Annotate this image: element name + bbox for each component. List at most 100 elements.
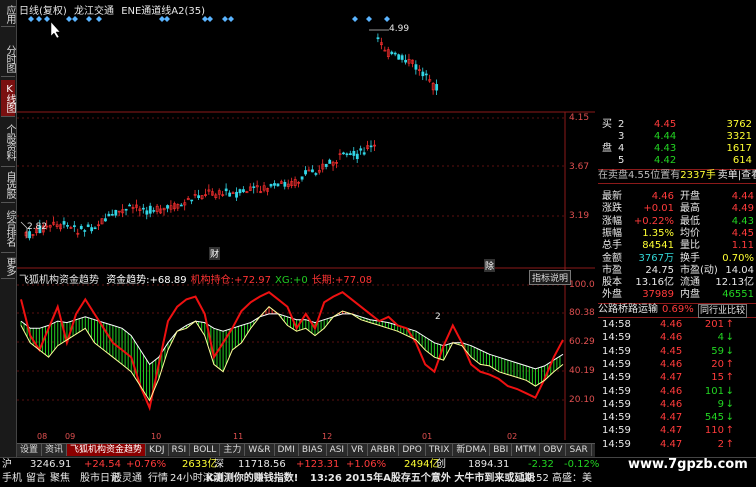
statusbar-link[interactable]: 股灵通 (112, 471, 142, 487)
tab-kline[interactable]: K线图 (1, 80, 15, 117)
quote-row: 股本 13.16亿 流通 12.13亿 (598, 277, 756, 289)
cy-change: -2.32 (528, 459, 554, 470)
quote-label: 最低 (680, 215, 700, 227)
kline-chart-area[interactable]: 日线(复权) 龙江交通 ENE通道线A2(35) 4.99 2.82 4.15 … (17, 0, 595, 441)
indicator-tab[interactable]: EXPMA (591, 444, 595, 456)
ticker-promo[interactable]: K测测你的赚钱指数! (206, 471, 298, 487)
indicator-tab[interactable]: BIAS (298, 444, 327, 456)
indicator-tab[interactable]: W&R (245, 444, 275, 456)
tab-intraday[interactable]: 分时图 (1, 40, 15, 77)
tick-volume: 2 (717, 438, 724, 450)
statusbar-link[interactable]: 聚焦 (50, 471, 70, 487)
candle-body (328, 159, 332, 164)
sector-change: 0.69% (662, 304, 694, 315)
tick-price: 4.46 (660, 319, 683, 330)
order-price: 4.43 (654, 143, 677, 154)
tick-price: 4.47 (660, 438, 683, 450)
indicator-tab[interactable]: TRIX (425, 444, 454, 456)
up-arrow-icon: ↑ (725, 358, 734, 370)
time-axis-label: 11 (233, 432, 244, 441)
indicator-tab[interactable]: BBI (490, 444, 513, 456)
candle-body (238, 189, 242, 194)
down-arrow-icon: ↓ (725, 345, 734, 357)
candle-body (304, 170, 307, 175)
statusbar-link[interactable]: 行情 (148, 471, 168, 487)
sector-name[interactable]: 公路桥路运输 (598, 304, 658, 315)
indicator-tab[interactable]: ASI (326, 444, 349, 456)
compare-industry-button[interactable]: 同行业比较 (698, 304, 748, 318)
indicator-tab[interactable]: 资讯 (42, 444, 68, 456)
indicator-axis-label: 20.10 (569, 395, 595, 405)
tab-more[interactable]: 更多 (1, 254, 15, 279)
tick-price: 4.47 (660, 412, 683, 424)
financial-marker[interactable]: 财 (209, 247, 221, 260)
indicator-tab[interactable]: 设置 (17, 444, 43, 456)
candle-body (28, 231, 31, 239)
left-tab-strip: 应用 分时图 K线图 个股资料 自选股 综合排名 更多 (0, 0, 17, 458)
indicator-tab[interactable]: SAR (566, 444, 592, 456)
indicator-tab[interactable]: OBV (540, 444, 567, 456)
indicator-tab[interactable]: DMI (274, 444, 299, 456)
mouse-cursor-icon (50, 21, 61, 39)
price-axis-label: 4.15 (569, 113, 590, 123)
news-time[interactable]: 12:52 高盛：美 (520, 471, 592, 487)
quote-label: 市盈 (602, 264, 622, 276)
indicator-axis-label: 80.38 (569, 308, 595, 318)
order-level: 3 (618, 131, 625, 142)
tick-price: 4.45 (660, 345, 683, 357)
quote-row: 总手 84541 量比 1.11 (598, 240, 756, 252)
tick-price: 4.46 (660, 398, 683, 410)
order-level: 4 (618, 143, 625, 154)
exdividend-marker[interactable]: 除 (484, 259, 496, 272)
quote-row: 外盘 37989 内盘 46551 (598, 289, 756, 301)
tick-row: 14:59 4.47 15 ↑ (598, 372, 756, 384)
indicator-tab[interactable]: 新DMA (453, 444, 491, 456)
period-label[interactable]: 日线(复权) (19, 6, 67, 17)
indicator-tab[interactable]: MTM (512, 444, 541, 456)
indicator-tab[interactable]: DPO (399, 444, 426, 456)
candle-body (393, 52, 397, 55)
quote-value: 4.43 (731, 215, 754, 227)
indicator-value-1: 机构持仓:+72.97 (190, 275, 271, 286)
candle-body (179, 204, 183, 207)
indicator-name[interactable]: ENE通道线A2(35) (121, 6, 205, 17)
statusbar-link[interactable]: 留言 (26, 471, 46, 487)
explain-button[interactable]: 指标说明 (529, 270, 572, 285)
sz-market-label[interactable]: 深 (214, 458, 224, 472)
tab-stock-info[interactable]: 个股资料 (1, 118, 15, 167)
sh-market-label[interactable]: 沪 (2, 458, 12, 472)
news-headline[interactable]: 13:26 2015年A股存五个意外 大牛市到来或延期 (310, 471, 534, 487)
sell-detail-link[interactable]: 卖单|查看详细 (718, 170, 756, 181)
indicator-tab[interactable]: RSI (168, 444, 191, 456)
cy-market-label[interactable]: 创 (436, 458, 446, 472)
down-arrow-icon: ↓ (725, 398, 734, 410)
tick-row: 14:59 4.47 2 ↑ (598, 439, 756, 451)
indicator-tab[interactable]: 主力 (220, 444, 246, 456)
order-volume: 614 (732, 155, 752, 166)
quote-row: 最新 4.46 开盘 4.44 (598, 191, 756, 203)
order-level: 2 (618, 119, 625, 130)
statusbar-link[interactable]: 手机 (2, 471, 22, 487)
indicator-tab[interactable]: ARBR (367, 444, 400, 456)
candle-body (66, 225, 69, 227)
candle-body (342, 152, 345, 155)
tick-volume: 20 (711, 358, 724, 370)
indicator-tab[interactable]: KDJ (146, 444, 169, 456)
cy-index: 1894.31 (468, 459, 510, 470)
tab-watchlist[interactable]: 自选股 (1, 166, 15, 203)
indicator-tab[interactable]: 飞狐机构资金趋势 (67, 444, 147, 456)
order-side-label: 盘 (602, 143, 612, 154)
tab-apps[interactable]: 应用 (1, 2, 15, 27)
sh-index: 3246.91 (30, 459, 72, 470)
quote-label: 最高 (680, 203, 700, 215)
tab-ranking[interactable]: 综合排名 (1, 204, 15, 253)
candle-body (252, 186, 256, 189)
tick-volume: 201 (704, 319, 724, 330)
tick-price: 4.46 (660, 385, 683, 397)
quote-value: 84541 (642, 240, 674, 252)
time-axis-label: 09 (65, 432, 76, 441)
indicator-tab[interactable]: BOLL (190, 444, 221, 456)
indicator-tab[interactable]: VR (348, 444, 368, 456)
sell-order-text: 在卖盘4.55位置有 (598, 170, 681, 181)
quote-value: 4.45 (731, 227, 754, 239)
